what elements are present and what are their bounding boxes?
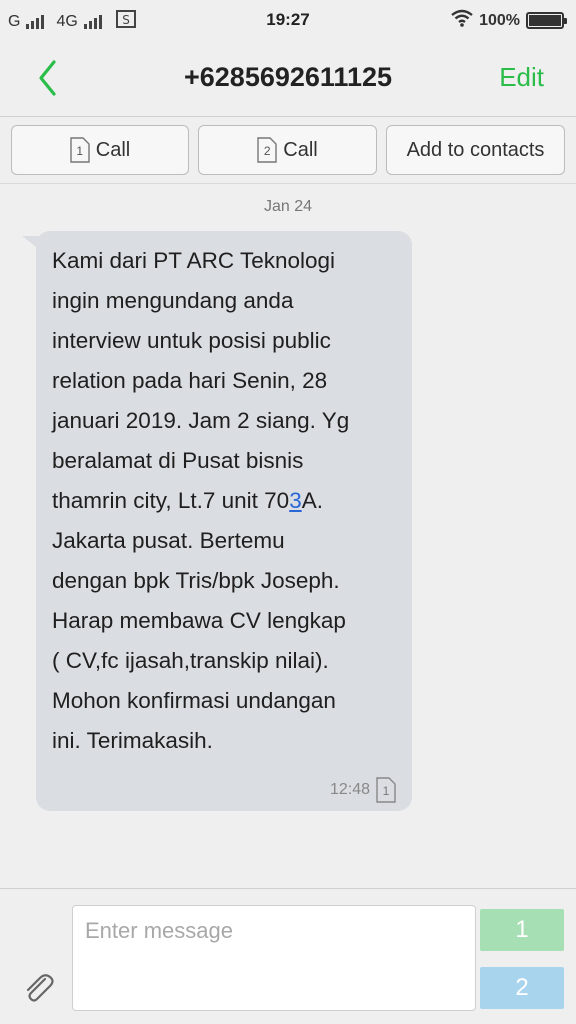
message-date: Jan 24 [263,198,313,215]
send-sim1-button[interactable]: 1 [480,909,564,951]
edit-button[interactable]: Edit [499,62,544,93]
message-sim-number: 1 [382,784,390,798]
compose-bar: 1 2 [0,888,576,1024]
message-link[interactable]: 3 [289,488,302,513]
message-time: 12:48 [329,781,370,798]
action-bar: 1 Call 2 Call Add to contacts [0,117,576,183]
battery-icon [526,12,567,29]
message-text: Kami dari PT ARC Teknologi ingin mengund… [52,241,402,761]
incoming-message-bubble[interactable]: Kami dari PT ARC Teknologi ingin mengund… [36,231,412,811]
add-to-contacts-label: Add to contacts [406,138,545,161]
battery-fill [529,15,561,26]
contact-number-title: +6285692611125 [184,62,392,92]
status-right: 100% [451,9,567,32]
paperclip-icon[interactable] [20,971,56,1007]
call-sim2-button[interactable]: 2 Call [198,125,377,175]
message-text-part-2: A. Jakarta pusat. Bertemu dengan bpk Tri… [52,488,346,753]
call-sim1-button[interactable]: 1 Call [11,125,189,175]
sim1-number: 1 [76,144,84,158]
send-sim2-button[interactable]: 2 [480,967,564,1009]
add-to-contacts-button[interactable]: Add to contacts [386,125,565,175]
sim2-icon: 2 [257,137,277,163]
battery-percent: 100% [479,11,520,29]
status-bar: G 4G S 19:27 100% [0,0,576,40]
action-bar-divider [0,183,576,184]
call-sim2-label: Call [283,138,318,161]
sim2-number: 2 [263,144,271,158]
message-sim-icon: 1 [376,777,396,803]
call-sim1-label: Call [95,138,131,161]
conversation-header: +6285692611125 Edit [0,40,576,116]
message-text-part-1: Kami dari PT ARC Teknologi ingin mengund… [52,248,350,513]
message-input[interactable] [72,905,476,1011]
sim1-icon: 1 [70,137,90,163]
wifi-icon [451,9,473,32]
